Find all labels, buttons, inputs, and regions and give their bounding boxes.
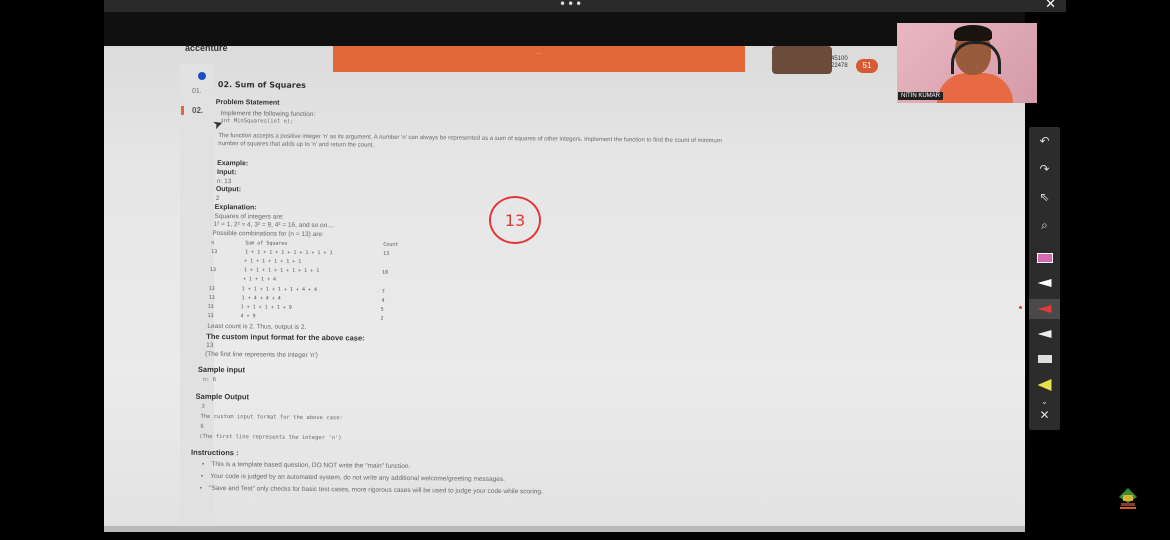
least-count-text: Least count is 2. Thus, output is 2. bbox=[207, 322, 307, 331]
table-cell: 4 + 9 bbox=[240, 313, 256, 320]
table-cell: 7 bbox=[381, 288, 385, 295]
question-content: 02. Sum of Squares Problem Statement Imp… bbox=[191, 78, 1022, 528]
custom-input-heading: The custom input format for the above ca… bbox=[206, 331, 365, 343]
table-header-n: n bbox=[211, 239, 215, 246]
table-cell: 1 + 4 + 4 + 4 bbox=[241, 295, 281, 302]
table-cell: 13 bbox=[208, 294, 215, 301]
close-icon[interactable]: ✕ bbox=[1045, 0, 1056, 12]
table-cell: 1 + 1 + 1 + 1 + 1 + 4 + 4 bbox=[241, 286, 318, 294]
output-label: Output: bbox=[215, 186, 242, 194]
table-cell: 1 + 1 + 1 + 1 + 1 + 1 + 1 bbox=[243, 267, 320, 275]
sidebar-item-q2[interactable]: 02. bbox=[181, 106, 203, 115]
sample-custom-text: The custom input format for the above ca… bbox=[200, 413, 343, 422]
presenter-name: NITIN KUMAR bbox=[898, 92, 943, 100]
info-icon bbox=[198, 72, 206, 80]
pointer-icon[interactable]: ⇖ bbox=[1029, 187, 1060, 207]
implement-text: Implement the following function: bbox=[220, 110, 316, 119]
function-signature: int MinSquares(int n); bbox=[220, 118, 294, 125]
sample-output-heading: Sample Output bbox=[195, 391, 250, 402]
instruction-item: • "Save and Test" only checks for basic … bbox=[199, 484, 543, 496]
more-options-icon[interactable]: ••• bbox=[559, 0, 583, 11]
explanation-heading: Explanation: bbox=[214, 203, 257, 212]
table-cell: 1 + 1 + 1 + 1 + 9 bbox=[240, 304, 292, 311]
example-heading: Example: bbox=[217, 160, 249, 168]
presenter-shirt bbox=[937, 73, 1013, 103]
redo-icon[interactable]: ↷ bbox=[1029, 159, 1060, 179]
header-stats: 45100 22478 bbox=[831, 56, 848, 69]
table-cell: 5 bbox=[380, 306, 384, 313]
squares-value: 1² = 1, 2² = 4, 3² = 9, 4² = 16, and so … bbox=[213, 220, 335, 230]
close-toolbar-icon[interactable]: ✕ bbox=[1029, 405, 1060, 425]
sample-custom-note: (The first line represents the integer '… bbox=[199, 433, 342, 442]
table-header-count: Count bbox=[383, 241, 399, 248]
sample-custom-value: 6 bbox=[200, 423, 204, 430]
custom-input-value: 13 bbox=[206, 341, 214, 349]
eraser-icon[interactable] bbox=[1029, 349, 1060, 369]
pen-red-icon[interactable] bbox=[1029, 299, 1060, 319]
combinations-label: Possible combinations for (n = 13) are: bbox=[212, 229, 324, 239]
circled-annotation: 13 bbox=[489, 196, 541, 244]
table-cell: 13 bbox=[207, 303, 214, 310]
screen-top-edge bbox=[104, 12, 1025, 46]
input-label: Input: bbox=[216, 169, 237, 177]
laser-dot bbox=[1019, 306, 1022, 309]
table-cell: 1 + 1 + 1 + 1 + 1 + 1 + 1 + 1 bbox=[245, 249, 333, 257]
instruction-item: • Your code is judged by an automated sy… bbox=[200, 472, 505, 484]
table-cell: + 1 + 1 + 1 + 1 + 1 bbox=[244, 258, 302, 265]
table-cell: 2 bbox=[380, 315, 384, 322]
squares-label: Squares of integers are: bbox=[214, 212, 284, 221]
search-icon[interactable]: ⌕ bbox=[1029, 215, 1060, 235]
table-cell: 13 bbox=[207, 312, 214, 319]
sample-input-value: n: 6 bbox=[202, 376, 217, 384]
pen-black-icon[interactable] bbox=[1029, 324, 1060, 344]
question-title: 02. Sum of Squares bbox=[217, 80, 306, 90]
table-cell: 10 bbox=[381, 269, 389, 276]
shared-screen: accenture ... 45100 22478 51 01. 02. ➤ 0… bbox=[104, 12, 1025, 528]
table-cell: 13 bbox=[383, 250, 390, 257]
sample-output-value: 3 bbox=[201, 403, 205, 410]
header-avatar bbox=[772, 46, 832, 74]
instruction-item: • This is a template based question, DO … bbox=[201, 460, 411, 471]
sidebar-item-q1[interactable]: 01. bbox=[192, 88, 202, 95]
output-value: 2 bbox=[215, 195, 220, 203]
webcam-feed: NITIN KUMAR bbox=[897, 23, 1037, 103]
annotation-toolbar: ↶ ↷ ⇖ ⌕ ⌄ ✕ bbox=[1029, 127, 1060, 430]
header-banner: ... bbox=[333, 46, 745, 72]
brand-logo: accenture bbox=[185, 43, 228, 53]
screen-bottom-edge bbox=[104, 526, 1025, 532]
custom-input-note: (The first line represents the integer '… bbox=[205, 350, 318, 360]
table-cell: 4 bbox=[381, 297, 385, 304]
pen-white-icon[interactable] bbox=[1029, 273, 1060, 293]
instructions-heading: Instructions : bbox=[191, 447, 239, 458]
problem-heading: Problem Statement bbox=[215, 98, 280, 107]
sample-input-heading: Sample input bbox=[197, 364, 246, 375]
table-cell: 13 bbox=[208, 285, 215, 292]
channel-logo-icon bbox=[1119, 488, 1137, 509]
highlighter-pink-icon[interactable] bbox=[1029, 248, 1060, 268]
table-cell: 13 bbox=[209, 266, 217, 274]
top-bar: ••• ✕ bbox=[104, 0, 1066, 12]
table-cell: 13 bbox=[211, 248, 218, 256]
table-header-sum: Sum of Squares bbox=[245, 240, 288, 247]
undo-icon[interactable]: ↶ bbox=[1029, 131, 1060, 151]
presenter-hair bbox=[954, 25, 992, 41]
headphones-icon bbox=[951, 41, 1001, 74]
timer-badge: 51 bbox=[856, 59, 878, 73]
table-cell: + 1 + 1 + 4 bbox=[242, 276, 277, 283]
input-value: n: 13 bbox=[216, 178, 232, 186]
description-line-2: number of squares that adds up to 'n' an… bbox=[218, 141, 375, 149]
